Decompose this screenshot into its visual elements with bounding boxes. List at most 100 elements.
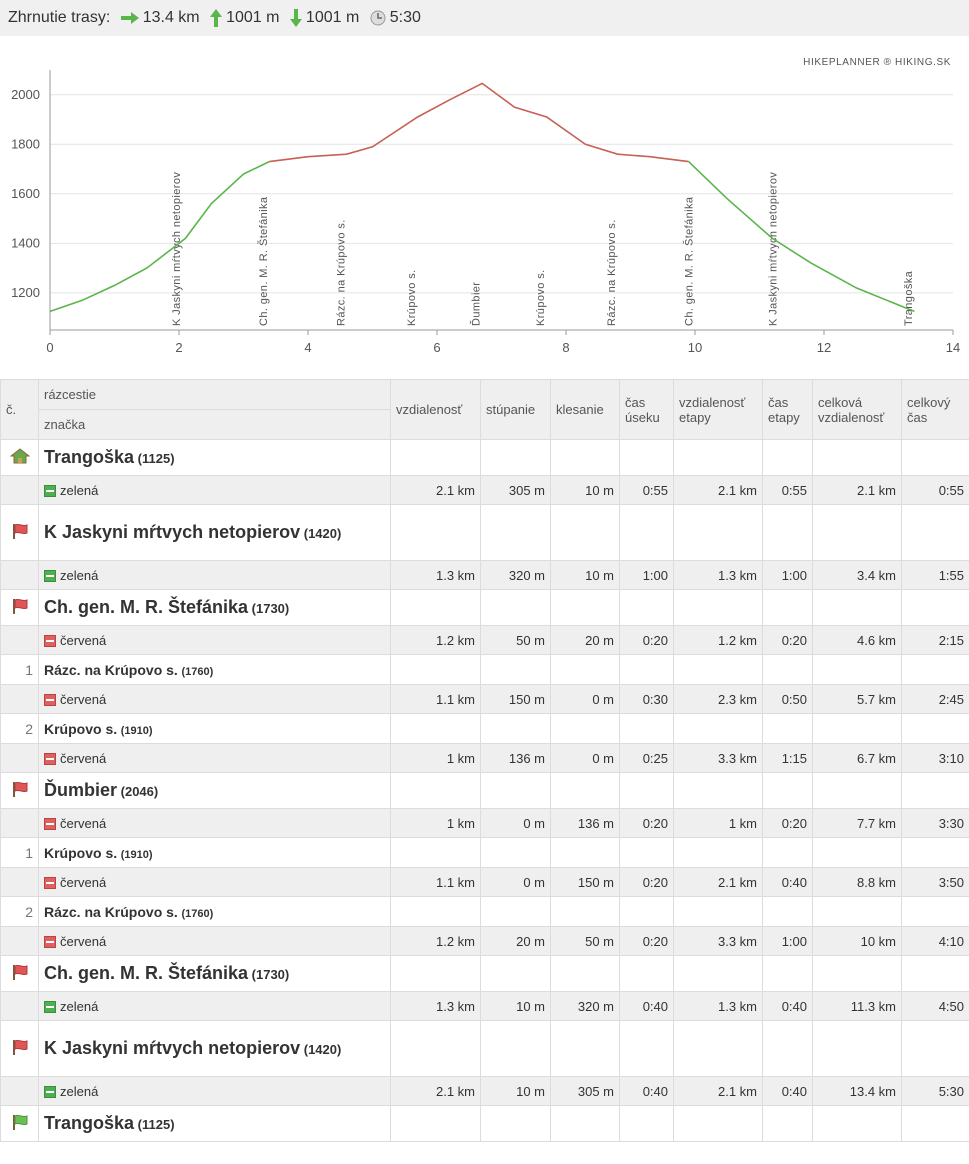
segment-time: 0:25 <box>619 743 674 773</box>
empty-cell <box>619 713 674 744</box>
empty-cell <box>762 713 813 744</box>
segment-descent: 0 m <box>550 684 620 714</box>
arrow-down-icon <box>289 9 302 27</box>
segment-distance: 2.1 km <box>390 475 481 505</box>
empty-cell <box>480 955 551 992</box>
waypoint-cell: Krúpovo s. (1910) <box>38 837 391 868</box>
waypoint-altitude: (1760) <box>181 665 214 678</box>
red-flag-icon <box>0 955 39 992</box>
summary-distance: 13.4 km <box>142 9 200 26</box>
empty-cell <box>762 439 813 476</box>
x-tick-label: 12 <box>817 340 831 355</box>
segment-time: 0:55 <box>619 475 674 505</box>
trail-mark-label: červená <box>60 933 107 949</box>
waypoint-annotation: Ch. gen. M. R. Štefánika <box>683 196 696 326</box>
waypoint-name: Krúpovo s. <box>44 844 118 861</box>
segment-distance: 1.3 km <box>390 991 481 1021</box>
total-distance: 8.8 km <box>812 867 902 897</box>
empty-cell <box>390 589 481 626</box>
waypoint-name: K Jaskyni mŕtvych netopierov <box>44 522 301 542</box>
x-tick-label: 4 <box>304 340 311 355</box>
waypoint-cell: Trangoška (1125) <box>38 439 391 476</box>
empty-cell <box>619 772 674 809</box>
empty-cell <box>812 654 902 685</box>
col-ascent: stúpanie <box>480 379 551 440</box>
empty-cell <box>480 1105 551 1142</box>
waypoint-annotation: Krúpovo s. <box>406 269 418 326</box>
waypoint-cell: K Jaskyni mŕtvych netopierov (1420) <box>38 504 391 561</box>
intermediate-waypoint-row: 1 Rázc. na Krúpovo s. (1760) <box>0 654 969 685</box>
red-trail-mark-icon <box>44 876 56 889</box>
segment-time: 1:00 <box>619 560 674 590</box>
route-summary-bar: Zhrnutie trasy: 13.4 km 1001 m 1001 m 5:… <box>0 0 969 36</box>
empty-cell <box>480 837 551 868</box>
empty-cell <box>901 589 969 626</box>
empty-cell <box>901 654 969 685</box>
waypoint-index: 1 <box>0 654 39 685</box>
segment-distance: 1.2 km <box>390 625 481 655</box>
trail-mark-label: červená <box>60 874 107 890</box>
stage-distance: 2.1 km <box>673 475 763 505</box>
stage-time: 1:00 <box>762 560 813 590</box>
trail-mark-label: červená <box>60 691 107 707</box>
total-distance: 4.6 km <box>812 625 902 655</box>
stage-distance: 3.3 km <box>673 926 763 956</box>
segment-distance: 1.2 km <box>390 926 481 956</box>
trail-mark-cell: zelená <box>38 991 391 1021</box>
empty-cell <box>480 896 551 927</box>
waypoint-altitude: (2046) <box>120 784 159 799</box>
trail-mark-label: červená <box>60 815 107 831</box>
empty-cell <box>480 504 551 561</box>
green-trail-mark-icon <box>44 569 56 582</box>
waypoint-annotation: K Jaskyni mŕtvych netopierov <box>767 172 779 326</box>
red-flag-icon <box>0 589 39 626</box>
empty-cell <box>0 808 39 838</box>
summary-descent: 1001 m <box>305 9 360 26</box>
stage-time: 0:40 <box>762 1076 813 1106</box>
empty-cell <box>762 589 813 626</box>
col-junction: rázcestie <box>38 379 391 410</box>
segment-descent: 320 m <box>550 991 620 1021</box>
segment-ascent: 136 m <box>480 743 551 773</box>
empty-cell <box>0 926 39 956</box>
empty-cell <box>812 504 902 561</box>
stage-time: 0:20 <box>762 808 813 838</box>
total-time: 2:45 <box>901 684 969 714</box>
waypoint-cell: Ch. gen. M. R. Štefánika (1730) <box>38 589 391 626</box>
total-distance: 10 km <box>812 926 902 956</box>
segment-descent: 0 m <box>550 743 620 773</box>
waypoint-cell: Trangoška (1125) <box>38 1105 391 1142</box>
waypoint-name: Ďumbier <box>44 780 118 800</box>
waypoint-index: 2 <box>0 713 39 744</box>
trail-mark-label: zelená <box>60 998 99 1014</box>
stage-time: 0:50 <box>762 684 813 714</box>
empty-cell <box>619 1105 674 1142</box>
empty-cell <box>480 589 551 626</box>
segment-ascent: 320 m <box>480 560 551 590</box>
route-table: č. rázcestie vzdialenosť stúpanie klesan… <box>0 379 969 1142</box>
stage-distance: 2.3 km <box>673 684 763 714</box>
total-time: 4:10 <box>901 926 969 956</box>
summary-time: 5:30 <box>389 9 421 26</box>
stage-distance: 1.3 km <box>673 991 763 1021</box>
waypoint-altitude: (1910) <box>120 724 153 737</box>
empty-cell <box>390 837 481 868</box>
waypoint-annotation: Rázc. na Krúpovo s. <box>335 219 347 326</box>
segment-time: 0:20 <box>619 808 674 838</box>
waypoint-name: Ch. gen. M. R. Štefánika <box>44 963 249 983</box>
empty-cell <box>619 837 674 868</box>
waypoint-name: Rázc. na Krúpovo s. <box>44 661 178 678</box>
green-trail-mark-icon <box>44 1085 56 1098</box>
segment-row: zelená 1.3 km 320 m 10 m 1:00 1.3 km 1:00 3.4 k… <box>0 560 969 590</box>
red-trail-mark-icon <box>44 693 56 706</box>
empty-cell <box>550 504 620 561</box>
x-tick-label: 2 <box>175 340 182 355</box>
segment-ascent: 305 m <box>480 475 551 505</box>
empty-cell <box>619 439 674 476</box>
empty-cell <box>812 439 902 476</box>
arrow-right-icon <box>120 12 139 24</box>
empty-cell <box>390 1020 481 1077</box>
segment-ascent: 0 m <box>480 867 551 897</box>
segment-distance: 1.1 km <box>390 684 481 714</box>
total-time: 3:30 <box>901 808 969 838</box>
